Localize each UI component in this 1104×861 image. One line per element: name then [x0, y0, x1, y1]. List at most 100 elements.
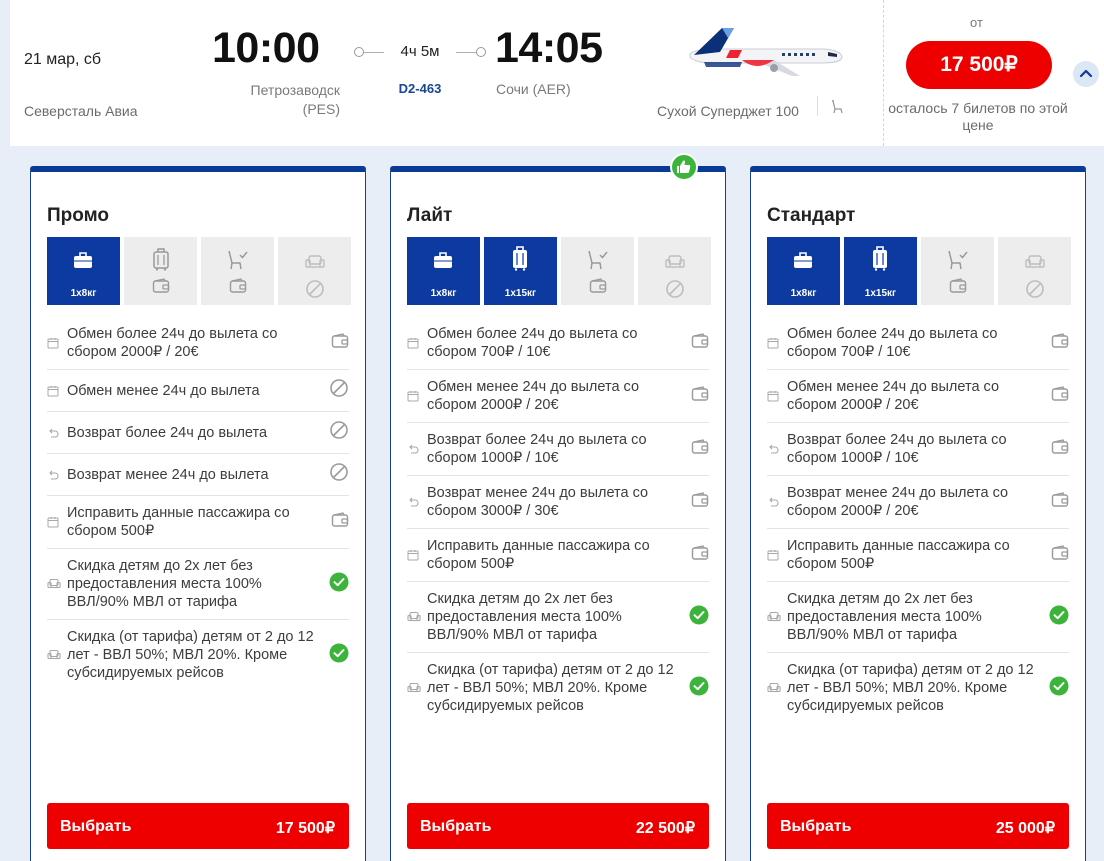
calendar-icon [407, 390, 427, 402]
refund-icon [407, 443, 427, 455]
select-button-label: Выбрать [60, 818, 132, 835]
rule-row: Обмен менее 24ч до вылета со сбором 2000… [767, 370, 1069, 423]
rule-status [687, 385, 709, 407]
feature-tile[interactable]: 1x15кг [484, 237, 557, 305]
departure-airport-code: (PES) [302, 101, 340, 117]
calendar-icon [47, 516, 67, 528]
feature-tile[interactable]: 1x8кг [407, 237, 480, 305]
flight-number[interactable]: D2-463 [384, 81, 456, 96]
calendar-icon [47, 337, 67, 349]
rule-row: Скидка (от тарифа) детям от 2 до 12 лет … [47, 620, 349, 690]
departure-city: Петрозаводск (PES) [251, 81, 340, 119]
chevron-up-icon [1079, 69, 1093, 78]
departure-city-name: Петрозаводск [250, 82, 340, 98]
feature-label: 1x15кг [864, 288, 897, 299]
rule-status [327, 420, 349, 445]
rule-status [687, 438, 709, 460]
airline-name: Северсталь Авиа [24, 103, 138, 119]
seats-left-note: осталось 7 билетов по этой цене [888, 100, 1068, 133]
tariff-card[interactable]: Промо 1x8кг Обмен более 24ч до вылета со … [30, 166, 366, 861]
rule-text: Скидка детям до 2х лет без предоставлени… [427, 591, 622, 643]
arrival-time: 14:05 [495, 24, 603, 72]
calendar-icon [47, 385, 67, 397]
child-seat-icon [767, 682, 787, 694]
child-seat-icon [407, 611, 427, 623]
wallet-icon [691, 385, 709, 407]
rule-status [1047, 491, 1069, 513]
feature-tile[interactable] [561, 237, 634, 305]
rule-status [1047, 676, 1069, 701]
rule-row: Возврат более 24ч до вылета [47, 412, 349, 454]
rule-row: Обмен более 24ч до вылета со сбором 700₽… [407, 317, 709, 370]
rule-text: Скидка детям до 2х лет без предоставлени… [67, 558, 262, 610]
rule-status [687, 676, 709, 701]
rule-row: Возврат менее 24ч до вылета [47, 454, 349, 496]
child-seat-icon [47, 649, 67, 661]
rule-text: Исправить данные пассажира со сбором 500… [787, 538, 1010, 572]
block-icon [329, 420, 349, 445]
select-tariff-button[interactable]: Выбрать 17 500₽ [47, 803, 349, 849]
tariff-card[interactable]: Стандарт 1x8кг 1x15кг Обмен более 24ч до в… [750, 166, 1086, 861]
price-from-label: от [970, 15, 983, 30]
rule-text: Исправить данные пассажира со сбором 500… [67, 505, 290, 539]
feature-tile[interactable]: 1x8кг [47, 237, 120, 305]
tariff-features: 1x8кг 1x15кг [767, 237, 1071, 305]
feature-tile[interactable]: 1x15кг [844, 237, 917, 305]
wallet-icon [691, 438, 709, 460]
feature-tile[interactable] [124, 237, 197, 305]
select-button-price: 17 500₽ [275, 820, 335, 837]
check-circle-icon [1049, 605, 1069, 630]
rule-text: Возврат более 24ч до вылета со сбором 10… [427, 432, 647, 466]
rule-text: Возврат менее 24ч до вылета со сбором 20… [787, 485, 1009, 519]
tariff-title: Стандарт [767, 205, 856, 226]
feature-tile[interactable] [201, 237, 274, 305]
select-button-price: 22 500₽ [635, 820, 695, 837]
rule-row: Скидка детям до 2х лет без предоставлени… [767, 582, 1069, 653]
refund-icon [47, 427, 67, 439]
feature-label: 1x8кг [790, 288, 817, 299]
rule-row: Возврат более 24ч до вылета со сбором 10… [767, 423, 1069, 476]
feature-tile[interactable]: 1x8кг [767, 237, 840, 305]
wallet-icon [1051, 385, 1069, 407]
divider [817, 96, 818, 116]
rule-row: Обмен более 24ч до вылета со сбором 700₽… [767, 317, 1069, 370]
tariff-title: Промо [47, 205, 110, 226]
collapse-button[interactable] [1073, 61, 1099, 87]
seat-icon [832, 100, 843, 114]
rule-row: Возврат менее 24ч до вылета со сбором 30… [407, 476, 709, 529]
wallet-icon [331, 511, 349, 533]
calendar-icon [407, 337, 427, 349]
refund-icon [767, 496, 787, 508]
rule-text: Обмен более 24ч до вылета со сбором 700₽… [427, 326, 638, 360]
rule-row: Скидка (от тарифа) детям от 2 до 12 лет … [767, 653, 1069, 723]
rule-text: Возврат более 24ч до вылета со сбором 10… [787, 432, 1007, 466]
child-seat-icon [47, 578, 67, 590]
check-circle-icon [689, 605, 709, 630]
select-tariff-button[interactable]: Выбрать 22 500₽ [407, 803, 709, 849]
tariff-card[interactable]: Лайт 1x8кг 1x15кг Обмен более 24ч до вылет… [390, 166, 726, 861]
feature-tile[interactable] [998, 237, 1071, 305]
flight-header: 21 мар, сб Северсталь Авиа 10:00 Петроза… [10, 0, 1104, 146]
rule-row: Обмен менее 24ч до вылета со сбором 2000… [407, 370, 709, 423]
price-button[interactable]: 17 500₽ [906, 41, 1052, 89]
feature-tile[interactable] [278, 237, 351, 305]
select-tariff-button[interactable]: Выбрать 25 000₽ [767, 803, 1069, 849]
calendar-icon [767, 390, 787, 402]
feature-tile[interactable] [921, 237, 994, 305]
tariff-rules: Обмен более 24ч до вылета со сбором 2000… [47, 317, 349, 690]
rule-text: Возврат более 24ч до вылета [67, 424, 268, 441]
rule-status [1047, 605, 1069, 630]
feature-label: 1x8кг [430, 288, 457, 299]
refund-icon [767, 443, 787, 455]
recommended-badge [670, 153, 698, 181]
rule-status [687, 605, 709, 630]
calendar-icon [767, 337, 787, 349]
arrival-city: Сочи (AER) [496, 81, 571, 97]
rule-status [327, 572, 349, 597]
feature-tile[interactable] [638, 237, 711, 305]
rule-row: Скидка детям до 2х лет без предоставлени… [407, 582, 709, 653]
check-circle-icon [329, 643, 349, 668]
wallet-icon [691, 332, 709, 354]
flight-duration: 4ч 5м [400, 43, 440, 60]
flight-date: 21 мар, сб [24, 51, 102, 68]
